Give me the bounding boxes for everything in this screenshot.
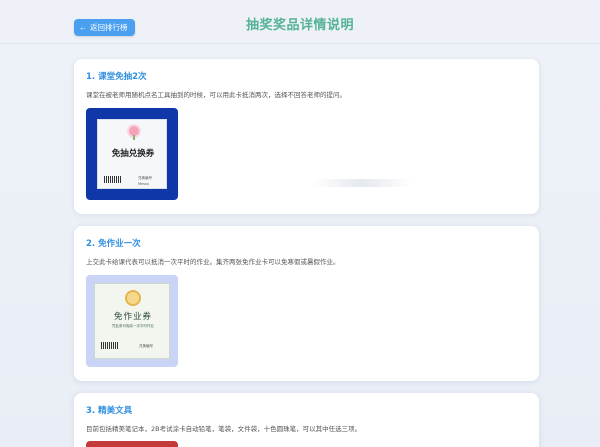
page-title: 抽奖奖品详情说明 [245,18,354,33]
coupon-label: 免作业券 [113,312,152,322]
barcode-icon [104,176,122,183]
prize-description: 目前包括精美笔记本，2B考试涂卡自动铅笔，笔袋，文件袋，十色圆珠笔，可以其中任选… [86,425,362,433]
coupon-paper: 免抽兑换券 兑换编号 Mmoo [97,119,167,189]
prize-image-stationery [86,441,178,447]
prize-title: 1. 课堂免抽2次 [86,72,147,82]
prize-description: 课堂在被老师用随机点名工具抽到的时候，可以用此卡抵消两次，选择不回答老师的提问。 [86,91,346,99]
prize-image-coupon: 免作业券 凭此券可免除一次平时作业 兑换编号 [86,275,178,367]
prize-card-2: 2. 免作业一次 上交此卡给课代表可以抵消一次平时的作业。集齐两张免作业卡可以免… [74,226,539,381]
stem-icon [133,135,135,140]
coupon-meta: 兑换编号 [138,176,152,180]
coupon-note: 凭此券可免除一次平时作业 [112,324,154,328]
coupon-name: Mmoo [138,182,149,186]
coupon-paper: 免作业券 凭此券可免除一次平时作业 兑换编号 [94,283,170,359]
header: ← 返回排行榜 抽奖奖品详情说明 [0,0,600,44]
badge-icon [125,290,141,306]
coupon-label: 免抽兑换券 [111,149,155,159]
prize-card-1: 1. 课堂免抽2次 课堂在被老师用随机点名工具抽到的时候，可以用此卡抵消两次，选… [74,59,539,214]
prize-card-3: 3. 精美文具 目前包括精美笔记本，2B考试涂卡自动铅笔，笔袋，文件袋，十色圆珠… [74,393,539,447]
prize-description: 上交此卡给课代表可以抵消一次平时的作业。集齐两张免作业卡可以免寒假或暑假作业。 [86,258,340,266]
barcode-icon [101,342,119,349]
prize-title: 3. 精美文具 [86,406,133,416]
prize-title: 2. 免作业一次 [86,239,141,249]
prize-image-coupon: 免抽兑换券 兑换编号 Mmoo [86,108,178,200]
faint-decoration [312,179,412,187]
coupon-meta: 兑换编号 [139,344,153,348]
